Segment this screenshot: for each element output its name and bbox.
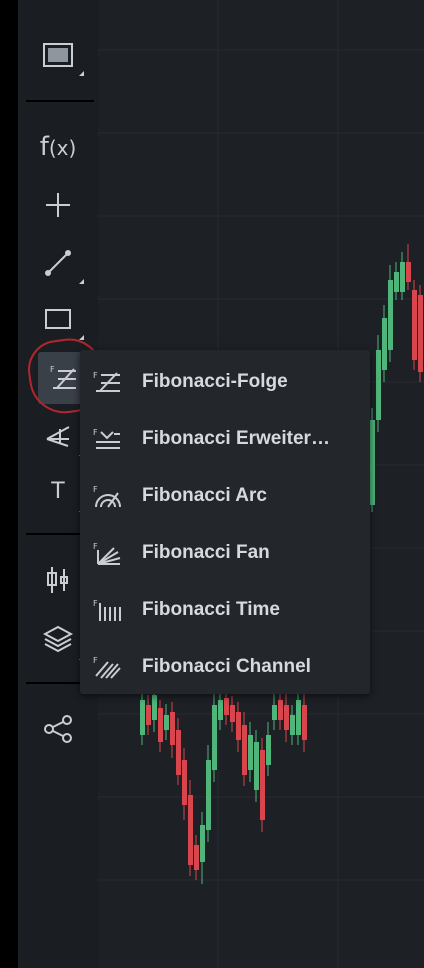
menu-item-fibonacci-fan[interactable]: F Fibonacci Fan xyxy=(80,524,370,581)
screen-icon xyxy=(43,43,73,67)
svg-text:F: F xyxy=(93,599,98,608)
candle-body xyxy=(206,760,211,830)
menu-item-fibonacci-arc[interactable]: F Fibonacci Arc xyxy=(80,467,370,524)
share-button[interactable] xyxy=(28,704,88,754)
menu-item-fibonacci-extension[interactable]: F Fibonacci Erweiter… xyxy=(80,410,370,467)
fibonacci-retracement-icon: F xyxy=(93,371,120,392)
candle-body xyxy=(188,795,193,865)
candle-body xyxy=(412,290,417,360)
svg-text:F: F xyxy=(50,365,55,374)
candle-body xyxy=(236,712,241,740)
candle-body xyxy=(418,295,423,372)
fibonacci-tools-menu: F Fibonacci-Folge F Fibonacci Erweiter… … xyxy=(80,350,370,694)
crosshair-icon xyxy=(46,193,70,217)
candle-body xyxy=(370,420,375,505)
candlestick-icon xyxy=(47,567,68,593)
fibonacci-extension-icon: F xyxy=(93,428,120,449)
candle-body xyxy=(212,705,217,770)
candle-body xyxy=(290,715,295,735)
fibonacci-arc-icon: F xyxy=(93,485,121,508)
svg-text:F: F xyxy=(93,656,98,665)
rectangle-button[interactable] xyxy=(28,294,88,344)
crosshair-button[interactable] xyxy=(28,180,88,230)
menu-item-fibonacci-time[interactable]: F Fibonacci Time xyxy=(80,581,370,638)
submenu-indicator xyxy=(79,335,84,340)
layers-button[interactable] xyxy=(28,614,88,664)
menu-item-label: Fibonacci Channel xyxy=(142,655,311,677)
fibonacci-icon: F xyxy=(50,365,76,389)
text-icon: T xyxy=(51,478,65,504)
pitchfork-icon xyxy=(46,426,70,447)
screen-button[interactable] xyxy=(28,30,88,80)
menu-item-label: Fibonacci Erweiter… xyxy=(142,427,330,449)
svg-text:F: F xyxy=(93,428,98,437)
menu-item-label: Fibonacci Fan xyxy=(142,541,270,563)
candle-body xyxy=(140,700,145,735)
fibonacci-fan-icon: F xyxy=(93,542,121,565)
menu-item-fibonacci-channel[interactable]: F Fibonacci Channel xyxy=(80,638,370,695)
candle-body xyxy=(182,760,187,805)
rectangle-icon xyxy=(45,309,71,329)
text-button[interactable]: T xyxy=(28,466,88,516)
candle-body xyxy=(296,700,301,735)
candle-body xyxy=(266,735,271,765)
layers-icon xyxy=(43,625,73,653)
submenu-indicator xyxy=(79,71,84,76)
window-edge xyxy=(0,0,18,968)
candle-body xyxy=(146,705,151,725)
candle-body xyxy=(176,730,181,775)
candle-body xyxy=(388,280,393,350)
functions-button[interactable]: f(x) xyxy=(28,122,88,172)
svg-text:F: F xyxy=(93,485,98,494)
fibonacci-channel-icon: F xyxy=(93,656,121,679)
candle-body xyxy=(194,845,199,870)
candle-body xyxy=(272,705,277,720)
candle-body xyxy=(382,318,387,370)
trend-line-button[interactable] xyxy=(28,238,88,288)
fibonacci-time-icon: F xyxy=(93,599,121,621)
trend-line-icon xyxy=(45,250,71,276)
candle-body xyxy=(248,735,253,770)
svg-text:F: F xyxy=(93,542,98,551)
menu-item-fibonacci-retracement[interactable]: F Fibonacci-Folge xyxy=(80,353,370,410)
candle-body xyxy=(260,750,265,820)
candle-body xyxy=(376,350,381,420)
share-icon xyxy=(44,715,72,743)
candle-body xyxy=(406,262,411,282)
menu-item-label: Fibonacci Time xyxy=(142,598,280,620)
candle-body xyxy=(152,695,157,720)
menu-item-label: Fibonacci-Folge xyxy=(142,370,288,392)
candle-body xyxy=(284,705,289,730)
candle-body xyxy=(224,698,229,715)
candle-body xyxy=(170,712,175,745)
candle-body xyxy=(394,272,399,292)
toolbar-divider xyxy=(26,100,94,102)
candle-body xyxy=(230,705,235,722)
svg-text:F: F xyxy=(93,371,98,380)
candle-body xyxy=(302,705,307,740)
menu-item-label: Fibonacci Arc xyxy=(142,484,267,506)
candle-body xyxy=(218,700,223,720)
function-icon: f(x) xyxy=(39,132,77,162)
submenu-indicator xyxy=(79,279,84,284)
pitchfork-button[interactable] xyxy=(28,410,88,460)
candle-body xyxy=(200,825,205,862)
candle-body xyxy=(164,715,169,730)
candle-body xyxy=(242,725,247,775)
candle-body xyxy=(400,262,405,292)
candle-body xyxy=(254,742,259,790)
chart-type-button[interactable] xyxy=(28,555,88,605)
candle-body xyxy=(278,700,283,720)
candle-body xyxy=(158,708,163,742)
